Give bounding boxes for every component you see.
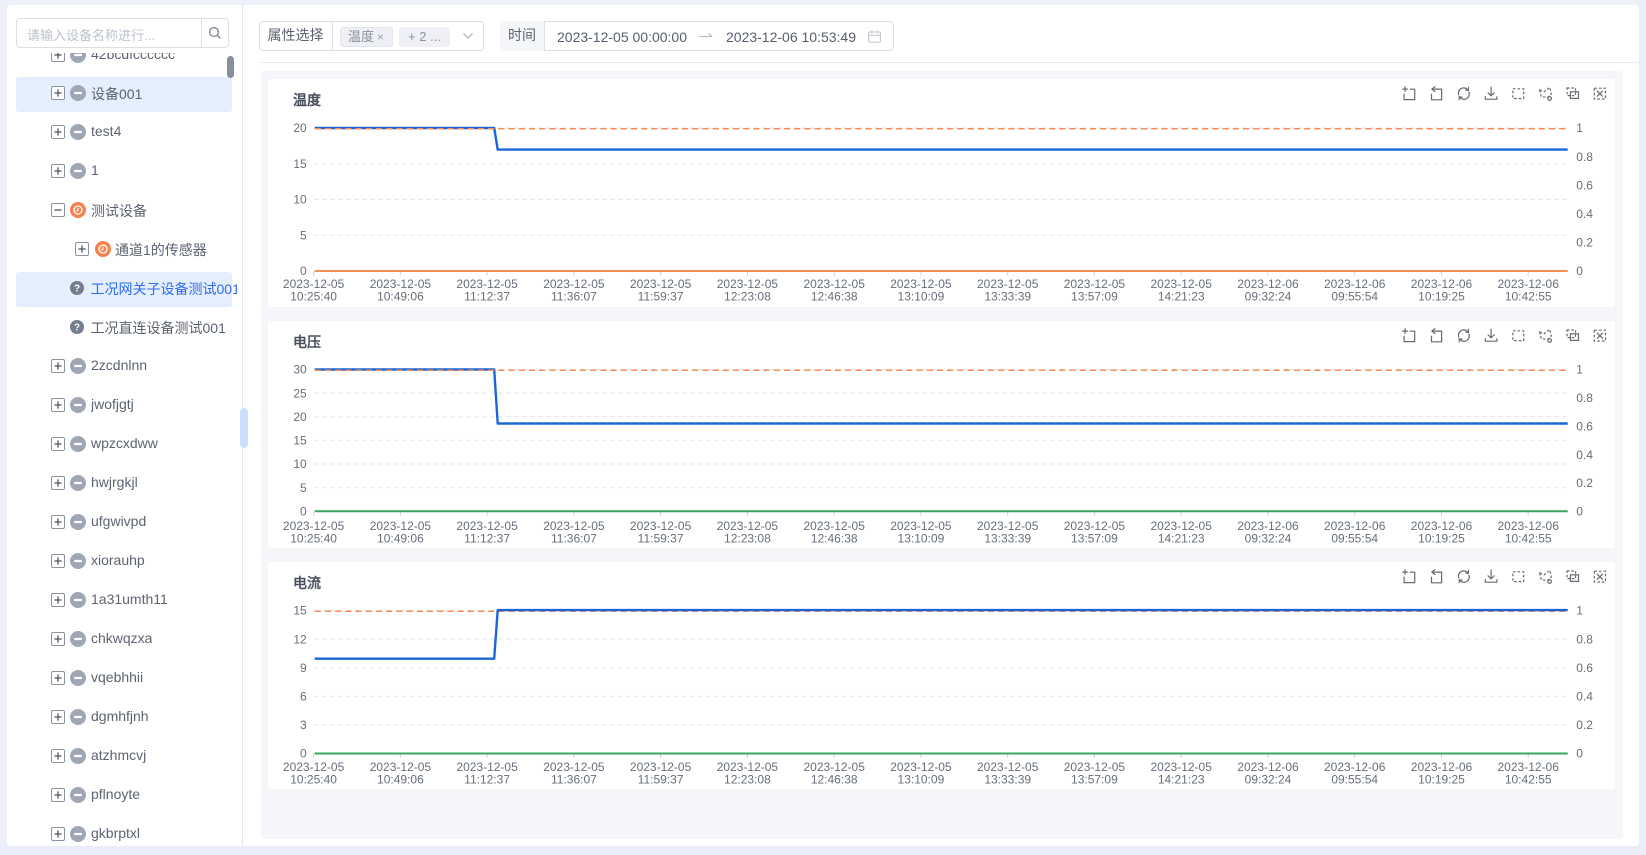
svg-text:1: 1 [1576,603,1583,617]
svg-text:5: 5 [300,480,307,494]
svg-text:13:33:39: 13:33:39 [985,531,1032,545]
svg-text:10:49:06: 10:49:06 [377,289,424,303]
svg-text:6: 6 [300,689,307,703]
svg-text:0.2: 0.2 [1576,476,1593,490]
svg-text:13:10:09: 13:10:09 [898,531,945,545]
svg-text:11:36:07: 11:36:07 [551,531,597,545]
svg-text:0.6: 0.6 [1576,178,1593,192]
svg-text:10:25:40: 10:25:40 [291,772,338,786]
svg-text:11:12:37: 11:12:37 [464,289,510,303]
svg-text:1: 1 [1576,121,1583,135]
svg-text:20: 20 [294,409,308,423]
svg-text:0: 0 [1576,746,1583,760]
svg-text:13:57:09: 13:57:09 [1071,772,1118,786]
svg-text:10:19:25: 10:19:25 [1418,531,1465,545]
svg-text:10: 10 [294,193,308,207]
svg-text:0.2: 0.2 [1576,236,1593,250]
svg-text:09:32:24: 09:32:24 [1245,772,1292,786]
svg-text:11:59:37: 11:59:37 [638,531,684,545]
svg-text:09:32:24: 09:32:24 [1245,531,1292,545]
svg-text:13:10:09: 13:10:09 [898,289,945,303]
svg-text:25: 25 [294,386,308,400]
svg-text:12:46:38: 12:46:38 [811,772,858,786]
svg-text:10:42:55: 10:42:55 [1505,531,1552,545]
svg-text:0.8: 0.8 [1576,632,1593,646]
svg-text:0.4: 0.4 [1576,447,1593,461]
svg-text:1: 1 [1576,362,1583,376]
svg-text:09:32:24: 09:32:24 [1245,289,1292,303]
svg-text:0: 0 [300,746,307,760]
svg-text:10:19:25: 10:19:25 [1418,289,1465,303]
svg-text:10:25:40: 10:25:40 [291,289,338,303]
svg-text:10: 10 [294,457,308,471]
svg-text:14:21:23: 14:21:23 [1158,289,1205,303]
svg-text:12:23:08: 12:23:08 [724,531,771,545]
svg-text:10:42:55: 10:42:55 [1505,772,1552,786]
svg-text:13:57:09: 13:57:09 [1071,531,1118,545]
svg-text:11:59:37: 11:59:37 [638,772,684,786]
svg-text:11:12:37: 11:12:37 [464,772,510,786]
svg-text:0.8: 0.8 [1576,150,1593,164]
svg-text:09:55:54: 09:55:54 [1332,531,1379,545]
svg-text:0.6: 0.6 [1576,660,1593,674]
svg-text:12: 12 [294,632,308,646]
svg-text:10:19:25: 10:19:25 [1418,772,1465,786]
svg-text:11:36:07: 11:36:07 [551,289,597,303]
svg-text:15: 15 [294,433,308,447]
svg-text:0: 0 [300,504,307,518]
svg-text:0.2: 0.2 [1576,718,1593,732]
svg-text:0.4: 0.4 [1576,689,1593,703]
svg-text:09:55:54: 09:55:54 [1332,772,1379,786]
svg-text:5: 5 [300,228,307,242]
svg-text:12:46:38: 12:46:38 [811,531,858,545]
svg-text:15: 15 [294,603,308,617]
svg-text:20: 20 [294,121,308,135]
svg-text:11:59:37: 11:59:37 [638,289,684,303]
svg-text:09:55:54: 09:55:54 [1332,289,1379,303]
svg-text:0: 0 [1576,264,1583,278]
svg-text:11:12:37: 11:12:37 [464,531,510,545]
svg-text:30: 30 [294,362,308,376]
svg-text:13:33:39: 13:33:39 [985,772,1032,786]
svg-text:10:49:06: 10:49:06 [377,531,424,545]
svg-text:10:25:40: 10:25:40 [291,531,338,545]
svg-text:15: 15 [294,157,308,171]
svg-text:0.8: 0.8 [1576,391,1593,405]
svg-text:12:23:08: 12:23:08 [724,772,771,786]
svg-text:3: 3 [300,718,307,732]
svg-text:12:46:38: 12:46:38 [811,289,858,303]
svg-text:0: 0 [1576,504,1583,518]
svg-text:11:36:07: 11:36:07 [551,772,597,786]
svg-text:0.4: 0.4 [1576,207,1593,221]
svg-text:10:49:06: 10:49:06 [377,772,424,786]
svg-text:0.6: 0.6 [1576,419,1593,433]
svg-text:13:10:09: 13:10:09 [898,772,945,786]
svg-text:9: 9 [300,660,307,674]
svg-text:14:21:23: 14:21:23 [1158,531,1205,545]
svg-text:13:33:39: 13:33:39 [985,289,1032,303]
svg-text:12:23:08: 12:23:08 [724,289,771,303]
svg-text:14:21:23: 14:21:23 [1158,772,1205,786]
svg-text:13:57:09: 13:57:09 [1071,289,1118,303]
svg-text:10:42:55: 10:42:55 [1505,289,1552,303]
